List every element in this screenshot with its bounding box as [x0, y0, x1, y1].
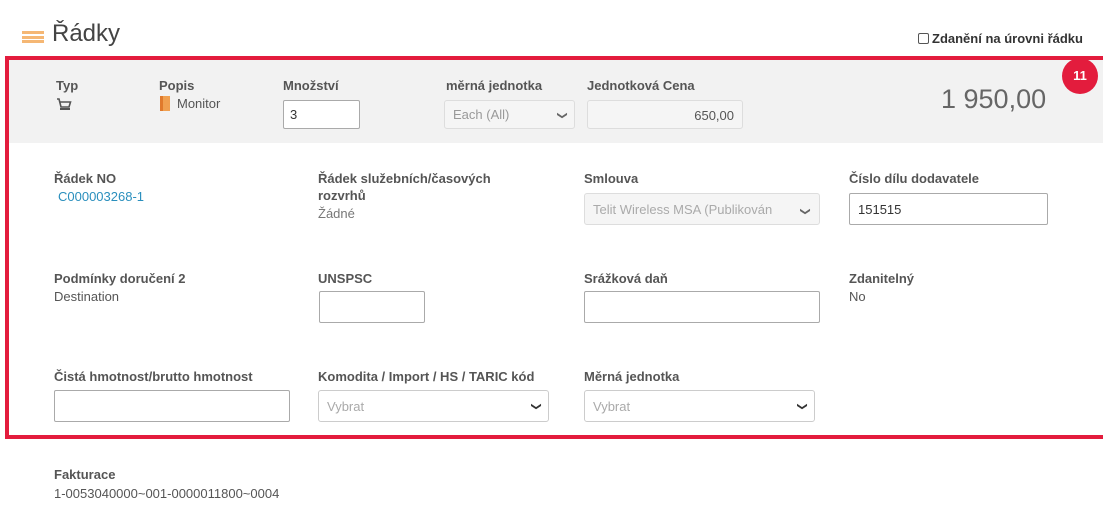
- line-level-tax-label: Zdanění na úrovni řádku: [932, 31, 1083, 46]
- highlighted-line-region: Typ Popis Monitor Množství 3 měrná jedno…: [5, 56, 1103, 439]
- description-label: Popis: [159, 78, 195, 93]
- lines-icon: [22, 31, 44, 43]
- unit-price-label: Jednotková Cena: [587, 78, 695, 93]
- line-no-label: Řádek NO: [54, 171, 117, 186]
- taxable-label: Zdanitelný: [849, 271, 915, 286]
- line-total: 1 950,00: [941, 84, 1047, 114]
- chevron-down-icon: ❯: [556, 111, 568, 120]
- line-level-tax-checkbox[interactable]: [918, 33, 929, 44]
- step-badge: 11: [1062, 58, 1098, 94]
- schedule-value: Žádné: [318, 206, 355, 221]
- billing-label: Fakturace: [54, 467, 116, 482]
- weight-label: Čistá hmotnost/brutto hmotnost: [54, 369, 253, 384]
- type-label: Typ: [56, 78, 79, 93]
- withholding-tax-label: Srážková daň: [584, 271, 668, 286]
- contract-value: Telit Wireless MSA (Publikován: [593, 202, 773, 217]
- contract-label: Smlouva: [584, 171, 639, 186]
- supplier-part-input[interactable]: 151515: [849, 193, 1048, 225]
- chevron-down-icon: ❯: [796, 402, 808, 411]
- quantity-label: Množství: [283, 78, 339, 93]
- cart-icon: [57, 98, 72, 110]
- uom-label: měrná jednotka: [446, 78, 543, 93]
- delivery-terms-label: Podmínky doručení 2: [54, 271, 186, 286]
- withholding-tax-input[interactable]: [584, 291, 820, 323]
- schedule-label-line2: rozvrhů: [318, 188, 366, 203]
- line-no-link[interactable]: C000003268-1: [58, 189, 144, 204]
- schedule-label-line1: Řádek služebních/časových: [318, 171, 491, 186]
- uom-select[interactable]: Each (All) ❯: [444, 100, 575, 129]
- line-level-tax-toggle[interactable]: Zdanění na úrovni řádku: [918, 31, 1083, 46]
- description-value: Monitor: [177, 96, 221, 111]
- weight-input[interactable]: [54, 390, 290, 422]
- lines-header: Řádky Zdanění na úrovni řádku: [0, 0, 1103, 50]
- item-category-icon: [160, 96, 170, 111]
- chevron-down-icon: ❯: [799, 203, 811, 216]
- unspsc-label: UNSPSC: [318, 271, 373, 286]
- billing-value: 1-0053040000~001-0000011800~0004: [54, 486, 280, 501]
- chevron-down-icon: ❯: [530, 402, 542, 411]
- commodity-label: Komodita / Import / HS / TARIC kód: [318, 369, 535, 384]
- measure-unit-select[interactable]: Vybrat ❯: [584, 390, 815, 422]
- measure-unit-label: Měrná jednotka: [584, 369, 680, 384]
- measure-unit-placeholder: Vybrat: [593, 399, 631, 414]
- taxable-value: No: [849, 289, 866, 304]
- quantity-input[interactable]: 3: [283, 100, 360, 129]
- uom-value: Each (All): [453, 107, 510, 122]
- unit-price-field[interactable]: 650,00: [587, 100, 743, 129]
- section-title: Řádky: [52, 20, 121, 47]
- contract-select[interactable]: Telit Wireless MSA (Publikován ❯: [584, 193, 820, 225]
- line-summary-row: Typ Popis Monitor Množství 3 měrná jedno…: [9, 60, 1103, 143]
- supplier-part-label: Číslo dílu dodavatele: [849, 171, 980, 186]
- delivery-terms-value: Destination: [54, 289, 120, 304]
- unspsc-input[interactable]: [319, 291, 425, 323]
- commodity-placeholder: Vybrat: [327, 399, 365, 414]
- commodity-select[interactable]: Vybrat ❯: [318, 390, 549, 422]
